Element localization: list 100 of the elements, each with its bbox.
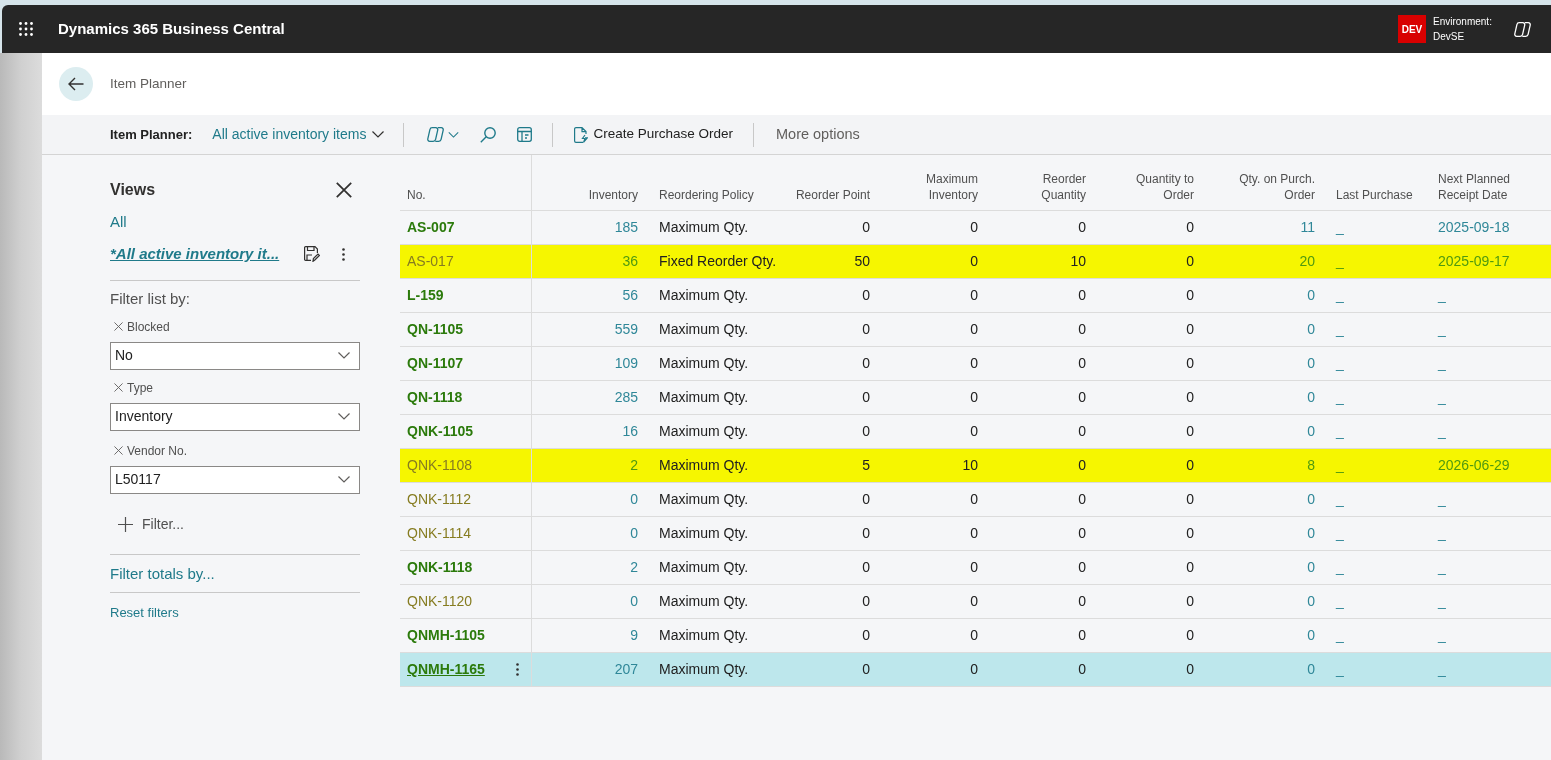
- back-button[interactable]: [59, 67, 93, 101]
- purchase-qty-link[interactable]: 0: [1307, 659, 1315, 680]
- item-number-link[interactable]: QNK-1120: [407, 591, 473, 612]
- item-number-link[interactable]: QN-1105: [407, 319, 464, 340]
- table-row[interactable]: QN-1118 285 Maximum Qty. 0 0 0 0 0 _ _: [400, 381, 1551, 415]
- item-number-link[interactable]: QNMH-1165: [407, 659, 485, 680]
- receipt-date-link[interactable]: 2025-09-18: [1438, 217, 1510, 238]
- purchase-qty-link[interactable]: 20: [1299, 251, 1315, 272]
- column-header[interactable]: Last Purchase: [1336, 187, 1413, 203]
- last-purchase-link[interactable]: _: [1336, 421, 1344, 442]
- filter-select[interactable]: No: [110, 341, 360, 370]
- receipt-date-link[interactable]: _: [1438, 591, 1446, 612]
- last-purchase-link[interactable]: _: [1336, 489, 1344, 510]
- table-row[interactable]: QNK-1114 0 Maximum Qty. 0 0 0 0 0 _ _: [400, 517, 1551, 551]
- last-purchase-link[interactable]: _: [1336, 319, 1344, 340]
- receipt-date-link[interactable]: _: [1438, 285, 1446, 306]
- purchase-qty-link[interactable]: 0: [1307, 523, 1315, 544]
- receipt-date-link[interactable]: _: [1438, 625, 1446, 646]
- purchase-qty-link[interactable]: 0: [1307, 387, 1315, 408]
- inventory-link[interactable]: 0: [630, 523, 638, 544]
- last-purchase-link[interactable]: _: [1336, 353, 1344, 374]
- receipt-date-link[interactable]: _: [1438, 659, 1446, 680]
- receipt-date-link[interactable]: _: [1438, 523, 1446, 544]
- save-edit-icon[interactable]: [304, 246, 320, 262]
- purchase-qty-link[interactable]: 11: [1300, 217, 1315, 238]
- view-selector-button[interactable]: All active inventory items: [212, 124, 385, 145]
- purchase-qty-link[interactable]: 0: [1307, 421, 1315, 442]
- last-purchase-link[interactable]: _: [1336, 557, 1344, 578]
- purchase-qty-link[interactable]: 0: [1307, 353, 1315, 374]
- last-purchase-link[interactable]: _: [1336, 251, 1344, 272]
- inventory-link[interactable]: 56: [622, 285, 638, 306]
- item-number-link[interactable]: QNK-1118: [407, 557, 473, 578]
- inventory-link[interactable]: 2: [630, 455, 638, 476]
- toolbar-button[interactable]: More options: [776, 123, 860, 146]
- table-row[interactable]: QNK-1120 0 Maximum Qty. 0 0 0 0 0 _ _: [400, 585, 1551, 619]
- add-filter-button[interactable]: Filter...: [118, 513, 184, 535]
- inventory-link[interactable]: 0: [630, 591, 638, 612]
- purchase-qty-link[interactable]: 0: [1307, 591, 1315, 612]
- kebab-menu-icon[interactable]: [342, 247, 345, 261]
- inventory-link[interactable]: 185: [614, 217, 638, 238]
- receipt-date-link[interactable]: _: [1438, 489, 1446, 510]
- inventory-link[interactable]: 36: [622, 251, 638, 272]
- item-number-link[interactable]: QNMH-1105: [407, 625, 485, 646]
- column-header[interactable]: Reordering Policy: [659, 187, 754, 203]
- last-purchase-link[interactable]: _: [1336, 523, 1344, 544]
- column-header[interactable]: Maximum Inventory: [898, 171, 978, 203]
- table-row[interactable]: QNK-1112 0 Maximum Qty. 0 0 0 0 0 _ _: [400, 483, 1551, 517]
- inventory-link[interactable]: 9: [630, 625, 638, 646]
- purchase-qty-link[interactable]: 0: [1307, 489, 1315, 510]
- view-link[interactable]: All: [110, 210, 127, 234]
- item-number-link[interactable]: AS-007: [407, 217, 455, 238]
- table-row[interactable]: L-159 56 Maximum Qty. 0 0 0 0 0 _ _: [400, 279, 1551, 313]
- item-number-link[interactable]: QNK-1108: [407, 455, 473, 476]
- column-header[interactable]: Next Planned Receipt Date: [1438, 171, 1528, 203]
- panel-layout-icon[interactable]: [517, 127, 533, 142]
- last-purchase-link[interactable]: _: [1336, 217, 1344, 238]
- toolbar-button[interactable]: Create Purchase Order: [574, 124, 733, 145]
- receipt-date-link[interactable]: 2026-06-29: [1438, 455, 1510, 476]
- chevron-down-icon[interactable]: [448, 131, 460, 138]
- receipt-date-link[interactable]: _: [1438, 319, 1446, 340]
- column-header[interactable]: Qty. on Purch. Order: [1225, 171, 1315, 203]
- view-link[interactable]: *All active inventory it...: [110, 242, 280, 266]
- purchase-qty-link[interactable]: 0: [1307, 319, 1315, 340]
- last-purchase-link[interactable]: _: [1336, 285, 1344, 306]
- column-header[interactable]: No.: [407, 187, 426, 203]
- item-number-link[interactable]: QNK-1105: [407, 421, 474, 442]
- close-icon[interactable]: [336, 182, 352, 198]
- kebab-menu-icon[interactable]: [515, 663, 519, 676]
- filter-totals-link[interactable]: Filter totals by...: [110, 562, 215, 585]
- purchase-qty-link[interactable]: 0: [1307, 557, 1315, 578]
- column-header[interactable]: Quantity to Order: [1114, 171, 1194, 203]
- search-icon[interactable]: [480, 126, 497, 143]
- inventory-link[interactable]: 207: [614, 659, 638, 680]
- last-purchase-link[interactable]: _: [1336, 455, 1344, 476]
- inventory-link[interactable]: 559: [614, 319, 638, 340]
- receipt-date-link[interactable]: _: [1438, 421, 1446, 442]
- item-number-link[interactable]: QN-1107: [407, 353, 464, 374]
- item-number-link[interactable]: AS-017: [407, 251, 454, 272]
- column-header[interactable]: Reorder Quantity: [1006, 171, 1086, 203]
- last-purchase-link[interactable]: _: [1336, 659, 1344, 680]
- reset-filters-link[interactable]: Reset filters: [110, 603, 179, 623]
- last-purchase-link[interactable]: _: [1336, 591, 1344, 612]
- table-row[interactable]: QNK-1118 2 Maximum Qty. 0 0 0 0 0 _ _: [400, 551, 1551, 585]
- overlapping-shapes-icon[interactable]: [1514, 21, 1531, 37]
- purchase-qty-link[interactable]: 8: [1307, 455, 1315, 476]
- inventory-link[interactable]: 0: [630, 489, 638, 510]
- item-number-link[interactable]: QN-1118: [407, 387, 463, 408]
- item-number-link[interactable]: QNK-1114: [407, 523, 472, 544]
- inventory-link[interactable]: 109: [614, 353, 638, 374]
- table-row[interactable]: QN-1107 109 Maximum Qty. 0 0 0 0 0 _ _: [400, 347, 1551, 381]
- filter-select[interactable]: L50117: [110, 465, 360, 494]
- purchase-qty-link[interactable]: 0: [1307, 285, 1315, 306]
- column-header[interactable]: Reorder Point: [795, 187, 870, 203]
- last-purchase-link[interactable]: _: [1336, 387, 1344, 408]
- purchase-qty-link[interactable]: 0: [1307, 625, 1315, 646]
- inventory-link[interactable]: 2: [630, 557, 638, 578]
- inventory-link[interactable]: 16: [622, 421, 638, 442]
- last-purchase-link[interactable]: _: [1336, 625, 1344, 646]
- table-row[interactable]: QNMH-1165 207 Maximum Qty. 0 0 0 0 0 _ _: [400, 653, 1551, 687]
- item-number-link[interactable]: L-159: [407, 285, 444, 306]
